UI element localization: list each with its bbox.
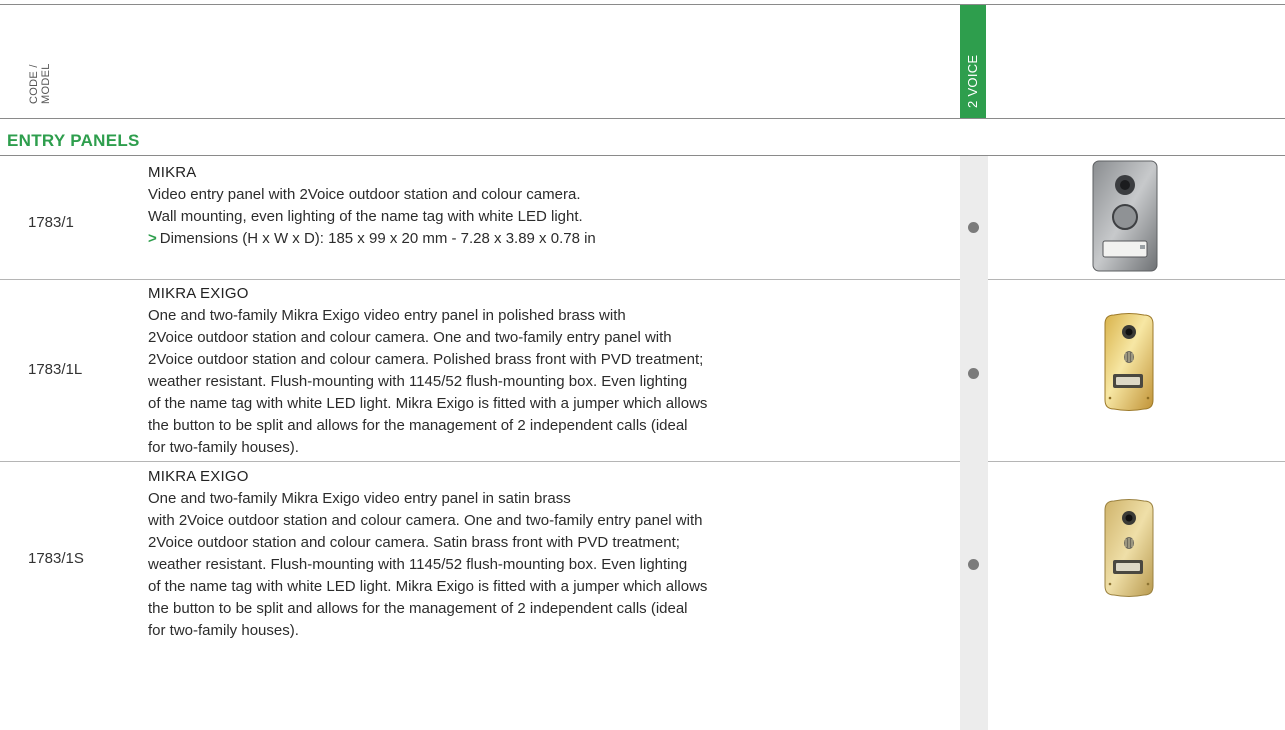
section-title: ENTRY PANELS — [7, 131, 140, 150]
row-name-1: MIKRA — [148, 164, 197, 181]
code-model-header: CODE / MODEL — [28, 63, 52, 104]
desc-line: One and two-family Mikra Exigo video ent… — [148, 307, 626, 324]
header-rule — [0, 118, 1285, 119]
mikra-exigo-satin-image — [1104, 499, 1154, 597]
chevron-right-icon: > — [148, 230, 157, 247]
desc-line: 2Voice outdoor station and colour camera… — [148, 534, 680, 551]
mikra-panel-image — [1092, 160, 1158, 272]
desc-line: with 2Voice outdoor station and colour c… — [148, 512, 703, 529]
availability-dot-3 — [968, 559, 979, 570]
mikra-exigo-polished-image — [1104, 313, 1154, 411]
dimensions-text: Dimensions (H x W x D): 185 x 99 x 20 mm… — [159, 230, 596, 247]
code-model-line2: MODEL — [40, 63, 52, 104]
row-code-3: 1783/1S — [28, 550, 84, 567]
desc-line: Video entry panel with 2Voice outdoor st… — [148, 186, 581, 203]
desc-line: the button to be split and allows for th… — [148, 417, 688, 434]
row-rule-1 — [0, 279, 1285, 280]
desc-line: the button to be split and allows for th… — [148, 600, 688, 617]
desc-line: One and two-family Mikra Exigo video ent… — [148, 490, 571, 507]
desc-line: weather resistant. Flush-mounting with 1… — [148, 373, 688, 390]
section-rule — [0, 155, 1285, 156]
top-rule — [0, 4, 1285, 5]
desc-line: of the name tag with white LED light. Mi… — [148, 578, 708, 595]
row-description-2: One and two-family Mikra Exigo video ent… — [148, 305, 963, 459]
availability-dot-1 — [968, 222, 979, 233]
row-name-2: MIKRA EXIGO — [148, 285, 249, 302]
code-model-line1: CODE / — [28, 64, 40, 104]
desc-line: 2Voice outdoor station and colour camera… — [148, 329, 672, 346]
row-code-2: 1783/1L — [28, 361, 83, 378]
row-rule-2 — [0, 461, 1285, 462]
dimensions-line: > Dimensions (H x W x D): 185 x 99 x 20 m… — [148, 228, 963, 250]
row-description-1: Video entry panel with 2Voice outdoor st… — [148, 184, 963, 250]
desc-line: for two-family houses). — [148, 622, 299, 639]
row-code-1: 1783/1 — [28, 214, 74, 231]
desc-line: Wall mounting, even lighting of the name… — [148, 208, 583, 225]
row-name-3: MIKRA EXIGO — [148, 468, 249, 485]
desc-line: 2Voice outdoor station and colour camera… — [148, 351, 704, 368]
voice-column-label: 2 VOICE — [965, 54, 980, 108]
desc-line: for two-family houses). — [148, 439, 299, 456]
desc-line: of the name tag with white LED light. Mi… — [148, 395, 708, 412]
desc-line: weather resistant. Flush-mounting with 1… — [148, 556, 688, 573]
row-description-3: One and two-family Mikra Exigo video ent… — [148, 488, 963, 642]
availability-dot-2 — [968, 368, 979, 379]
voice-availability-column — [960, 156, 988, 730]
